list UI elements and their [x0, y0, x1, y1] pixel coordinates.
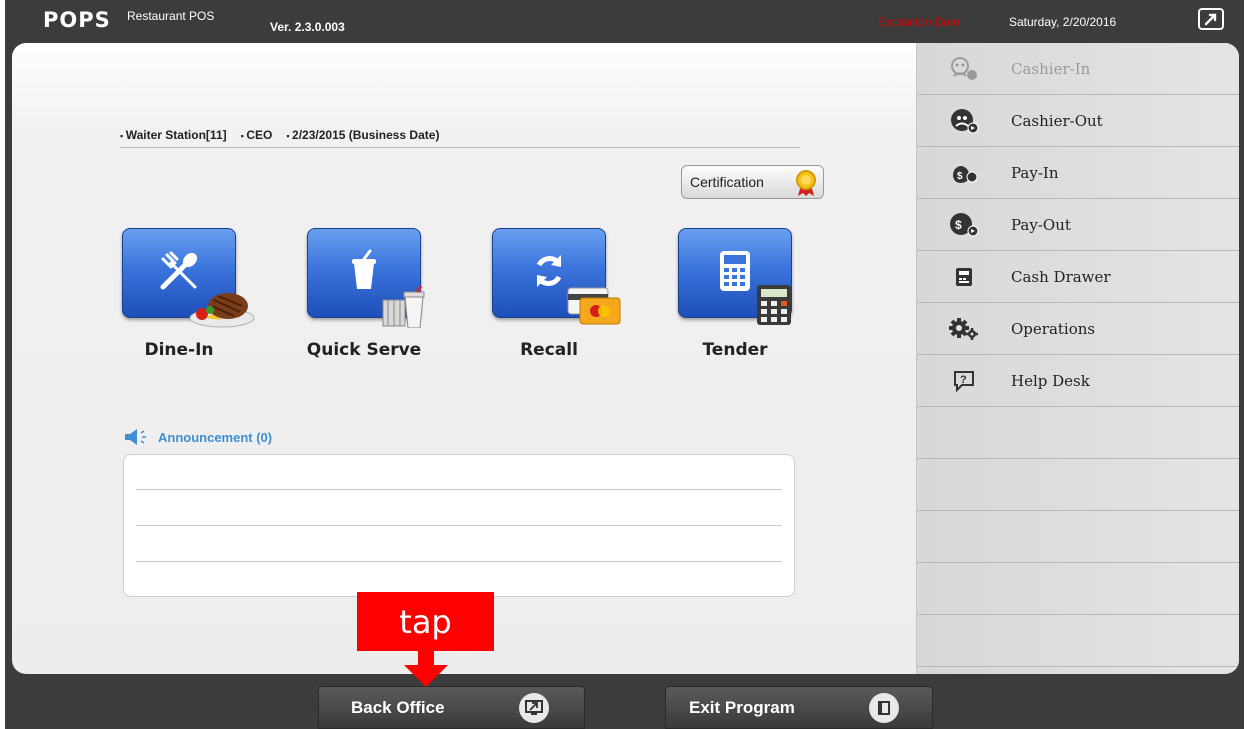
divider — [120, 147, 800, 148]
announcement-row-divider — [136, 525, 782, 526]
user-label: CEO — [241, 128, 272, 142]
svg-text:?: ? — [960, 374, 967, 386]
pay-out-label: Pay-Out — [1011, 215, 1071, 234]
certification-label: Certification — [690, 174, 764, 190]
speaker-icon — [125, 429, 146, 445]
business-date-label: 2/23/2015 (Business Date) — [286, 128, 439, 142]
main-panel: Waiter Station[11] CEO 2/23/2015 (Busine… — [12, 43, 1239, 674]
recall-label: Recall — [520, 340, 578, 360]
tap-annotation: tap — [357, 592, 494, 651]
empty-menu-slot — [917, 459, 1239, 511]
operations-label: Operations — [1011, 319, 1096, 338]
cashier-out-icon — [951, 108, 979, 133]
small-calculator-icon — [757, 285, 791, 325]
operations-item[interactable]: Operations — [917, 303, 1239, 355]
pay-out-item[interactable]: $ Pay-Out — [917, 199, 1239, 251]
gears-icon — [949, 317, 978, 340]
announcement-list[interactable] — [123, 454, 795, 597]
empty-menu-slot — [917, 563, 1239, 615]
exit-program-label: Exit Program — [689, 697, 795, 717]
credit-cards-icon — [567, 287, 621, 325]
cashier-out-label: Cashier-Out — [1011, 111, 1103, 130]
svg-text:$: $ — [957, 171, 963, 182]
expand-icon — [1204, 13, 1217, 26]
empty-menu-slot — [917, 511, 1239, 563]
announcement-row-divider — [136, 561, 782, 562]
pay-out-icon: $ — [950, 212, 979, 236]
drink-cup-icon — [352, 249, 376, 289]
announcement-header: Announcement (0) — [124, 429, 272, 445]
cash-drawer-label: Cash Drawer — [1011, 267, 1111, 286]
door-exit-icon — [878, 700, 890, 715]
expiration-date: Saturday, 2/20/2016 — [1009, 15, 1117, 29]
calculator-icon — [720, 251, 750, 291]
station-label: Waiter Station[11] — [120, 128, 227, 142]
exit-icon-wrap — [869, 692, 899, 723]
certification-button[interactable]: Certification — [681, 165, 824, 199]
home-area: Waiter Station[11] CEO 2/23/2015 (Busine… — [12, 43, 916, 674]
version-label: Ver. 2.3.0.003 — [270, 20, 345, 34]
pay-in-label: Pay-In — [1011, 163, 1059, 182]
session-info: Waiter Station[11] CEO 2/23/2015 (Busine… — [120, 128, 440, 142]
announcement-title: Announcement (0) — [158, 429, 273, 445]
pay-in-icon: $ — [953, 165, 978, 183]
dine-in-tile[interactable]: Dine-In — [122, 228, 262, 363]
back-office-button[interactable]: Back Office — [318, 686, 585, 729]
back-office-label: Back Office — [351, 697, 445, 717]
dine-in-label: Dine-In — [144, 340, 214, 360]
help-desk-icon: ? — [954, 370, 974, 392]
svg-text:$: $ — [955, 218, 962, 232]
cash-drawer-item[interactable]: Cash Drawer — [917, 251, 1239, 303]
quick-serve-tile[interactable]: Quick Serve — [307, 228, 447, 363]
logo-subtitle: Restaurant POS — [127, 9, 215, 23]
cashier-in-label: Cashier-In — [1011, 59, 1091, 78]
pops-logo: POPS — [43, 8, 111, 32]
empty-menu-slot — [917, 407, 1239, 459]
back-office-icon-wrap — [519, 692, 549, 723]
cashier-out-item[interactable]: Cashier-Out — [917, 95, 1239, 147]
steak-plate-icon — [189, 293, 255, 328]
recall-tile[interactable]: Recall — [492, 228, 632, 363]
fast-food-icon — [382, 286, 425, 328]
help-desk-label: Help Desk — [1011, 371, 1090, 390]
cash-drawer-icon — [956, 267, 972, 286]
monitor-icon — [525, 699, 543, 715]
tender-label: Tender — [702, 340, 768, 360]
cashier-in-icon — [951, 56, 977, 80]
refresh-icon — [536, 255, 562, 287]
fullscreen-button[interactable] — [1198, 8, 1224, 30]
announcement-row-divider — [136, 489, 782, 490]
expiration-label: Expiration Date — [878, 15, 961, 29]
down-arrow-icon — [404, 650, 448, 687]
tender-tile[interactable]: Tender — [678, 228, 818, 363]
exit-program-button[interactable]: Exit Program — [665, 686, 933, 729]
empty-menu-slot — [917, 615, 1239, 667]
cashier-in-item[interactable]: Cashier-In — [917, 43, 1239, 95]
award-ribbon-icon — [796, 170, 816, 196]
help-desk-item[interactable]: ? Help Desk — [917, 355, 1239, 407]
quick-serve-label: Quick Serve — [306, 340, 422, 360]
side-menu: Cashier-In Cashier-Out $ Pay-In $ Pay-Ou… — [916, 43, 1239, 674]
pay-in-item[interactable]: $ Pay-In — [917, 147, 1239, 199]
